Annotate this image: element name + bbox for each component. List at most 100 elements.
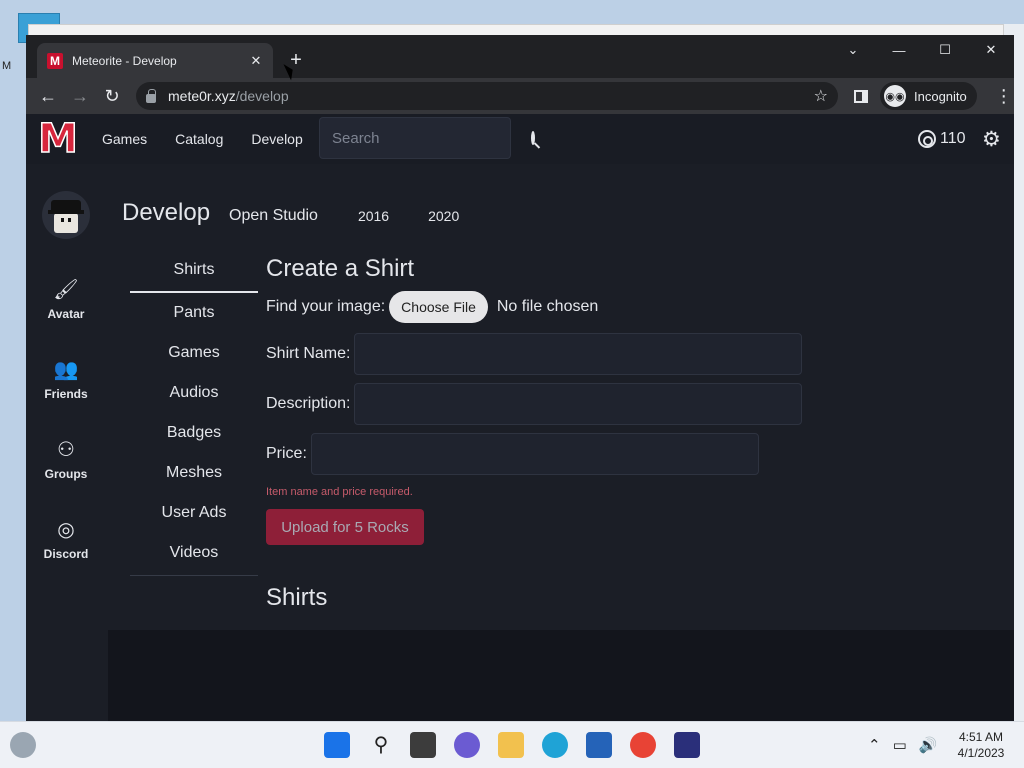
sidebar-item-friends[interactable]: 👥 Friends (26, 356, 106, 402)
gear-icon[interactable]: ⚙ (982, 127, 1001, 152)
minimize-button[interactable]: — (876, 35, 922, 65)
web-page: M Games Catalog Develop 110 ⚙ (26, 114, 1014, 721)
subnav-audios[interactable]: Audios (130, 373, 258, 413)
nav-catalog[interactable]: Catalog (175, 131, 223, 147)
description-row: Description: (266, 383, 826, 425)
shirts-list (108, 630, 1014, 721)
sidebar-item-groups[interactable]: ⚇ Groups (26, 436, 106, 482)
incognito-icon: ◉◉ (884, 85, 906, 107)
validation-hint: Item name and price required. (266, 486, 413, 498)
rocks-count: 110 (940, 130, 966, 147)
chevron-up-icon[interactable]: ⌃ (868, 736, 881, 754)
rocks-icon (918, 130, 936, 148)
version-2020-link[interactable]: 2020 (428, 208, 459, 224)
bookmark-star-icon[interactable]: ☆ (814, 86, 828, 106)
url-host: mete0r.xyz (168, 88, 236, 104)
favicon-icon: M (47, 52, 63, 69)
file-row: Find your image: Choose File No file cho… (266, 289, 826, 325)
nav-games[interactable]: Games (102, 131, 147, 147)
address-bar[interactable]: mete0r.xyz/develop ☆ (136, 82, 838, 110)
page-title: Develop (122, 199, 211, 226)
upload-button[interactable]: Upload for 5 Rocks (266, 509, 424, 545)
volume-icon[interactable]: 🔊 (919, 736, 938, 754)
friends-icon: 👥 (53, 358, 79, 381)
description-field[interactable] (354, 383, 803, 425)
groups-icon: ⚇ (57, 438, 75, 461)
tab-search-icon[interactable]: ⌄ (830, 35, 876, 65)
forward-icon[interactable]: → (64, 80, 96, 112)
store-icon[interactable] (586, 732, 612, 758)
chat-icon[interactable] (454, 732, 480, 758)
browser-tab[interactable]: M Meteorite - Develop ✕ (37, 43, 273, 78)
close-window-button[interactable]: ✕ (968, 35, 1014, 65)
reload-icon[interactable]: ↻ (96, 80, 128, 112)
system-tray: ⌃ ▭ 🔊 (868, 736, 949, 754)
avatar[interactable] (42, 191, 90, 239)
search-icon[interactable] (531, 131, 535, 145)
tab-strip: M Meteorite - Develop ✕ + ⌄ — ☐ ✕ (26, 35, 1014, 78)
site-search-input[interactable] (332, 129, 531, 147)
sidebar-item-avatar[interactable]: 🖌 Avatar (26, 276, 106, 322)
price-field[interactable] (310, 433, 759, 475)
site-search-box (319, 117, 535, 159)
no-file-text: No file chosen (496, 298, 599, 315)
browser-toolbar: ← → ↻ mete0r.xyz/develop ☆ ◉◉ Incognito … (26, 78, 1014, 114)
develop-links: Open Studio 2016 2020 (229, 207, 498, 225)
site-nav-links: Games Catalog Develop (102, 114, 331, 164)
shirt-name-field[interactable] (354, 333, 803, 375)
develop-subnav: Shirts Pants Games Audios Badges Meshes … (130, 249, 258, 576)
subnav-shirts[interactable]: Shirts (130, 249, 258, 293)
version-2016-link[interactable]: 2016 (358, 208, 389, 224)
brush-icon: 🖌 (53, 278, 79, 301)
subnav-user-ads[interactable]: User Ads (130, 493, 258, 533)
choose-file-button[interactable]: Choose File (389, 291, 488, 323)
subnav-pants[interactable]: Pants (130, 293, 258, 333)
shirt-name-label: Shirt Name: (266, 345, 351, 362)
taskbar: ⚲ ⌃ ▭ 🔊 4:51 AM 4/1/2023 (0, 721, 1024, 768)
browser-window: M Meteorite - Develop ✕ + ⌄ — ☐ ✕ ← → ↻ … (26, 35, 1014, 721)
price-row: Price: (266, 433, 826, 475)
start-icon[interactable] (324, 732, 350, 758)
sidebar-item-label: Groups (44, 467, 88, 481)
lock-icon (146, 88, 156, 103)
sidebar-item-label: Friends (44, 387, 88, 401)
window-controls: ⌄ — ☐ ✕ (830, 35, 1014, 65)
task-view-icon[interactable] (410, 732, 436, 758)
tab-title: Meteorite - Develop (72, 53, 177, 68)
open-studio-link[interactable]: Open Studio (229, 207, 318, 225)
site-logo[interactable]: M (37, 118, 79, 160)
meteorite-app-icon[interactable] (674, 732, 700, 758)
form-title: Create a Shirt (266, 255, 415, 282)
discord-icon: ◎ (57, 518, 75, 541)
widgets-icon[interactable] (10, 732, 36, 758)
nav-develop[interactable]: Develop (251, 131, 302, 147)
sidebar-item-label: Discord (43, 547, 89, 561)
file-explorer-icon[interactable] (498, 732, 524, 758)
subnav-badges[interactable]: Badges (130, 413, 258, 453)
maximize-button[interactable]: ☐ (922, 35, 968, 65)
clock[interactable]: 4:51 AM 4/1/2023 (944, 729, 1018, 761)
create-shirt-form: Create a Shirt Find your image: Choose F… (266, 249, 826, 545)
find-image-label: Find your image: (266, 298, 386, 315)
site-navbar: M Games Catalog Develop 110 ⚙ (26, 114, 1014, 164)
description-label: Description: (266, 395, 351, 412)
subnav-meshes[interactable]: Meshes (130, 453, 258, 493)
desktop-icon-label: M (2, 60, 12, 72)
back-icon[interactable]: ← (32, 80, 64, 112)
subnav-videos[interactable]: Videos (130, 533, 258, 573)
left-sidebar: 🖌 Avatar 👥 Friends ⚇ Groups ◎ Discord (26, 164, 106, 721)
rocks-balance[interactable]: 110 (918, 114, 966, 164)
edge-icon[interactable] (542, 732, 568, 758)
tab-close-icon[interactable]: ✕ (247, 53, 265, 69)
search-icon[interactable]: ⚲ (368, 732, 394, 758)
network-icon[interactable]: ▭ (893, 736, 907, 754)
sidebar-item-discord[interactable]: ◎ Discord (26, 516, 106, 562)
subnav-games[interactable]: Games (130, 333, 258, 373)
price-label: Price: (266, 445, 307, 462)
incognito-badge[interactable]: ◉◉ Incognito (880, 82, 977, 110)
browser-menu-icon[interactable]: ⋮ (995, 86, 1013, 107)
side-panel-icon[interactable] (854, 89, 868, 103)
chrome-icon[interactable] (630, 732, 656, 758)
url-path: /develop (235, 88, 289, 104)
clock-time: 4:51 AM (958, 730, 1004, 744)
